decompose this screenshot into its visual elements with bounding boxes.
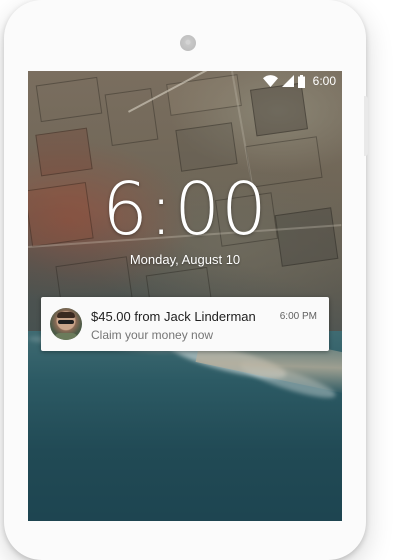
notification-title: $45.00 from Jack Linderman <box>91 309 256 324</box>
lockscreen-clock: 6:00 <box>28 167 342 251</box>
volume-button <box>364 96 368 156</box>
lockscreen-date: Monday, August 10 <box>129 252 241 267</box>
avatar-hair <box>57 312 75 318</box>
avatar-shirt <box>54 333 78 340</box>
lock-screen[interactable]: 6:00 6:00 Monday, August 10 $45.00 from … <box>28 71 342 521</box>
wifi-icon <box>262 75 278 87</box>
status-bar: 6:00 <box>28 71 342 91</box>
status-time: 6:00 <box>312 74 336 88</box>
notification-card[interactable]: $45.00 from Jack Linderman Claim your mo… <box>41 297 329 351</box>
notification-time: 6:00 PM <box>279 311 317 322</box>
avatar-sunglasses <box>58 320 74 324</box>
contact-avatar <box>50 308 82 340</box>
cellular-signal-icon <box>281 75 294 87</box>
clock-text: 6:00 <box>102 167 268 251</box>
earpiece-speaker <box>180 35 196 51</box>
notification-body: Claim your money now <box>91 328 214 342</box>
battery-icon <box>297 74 305 88</box>
